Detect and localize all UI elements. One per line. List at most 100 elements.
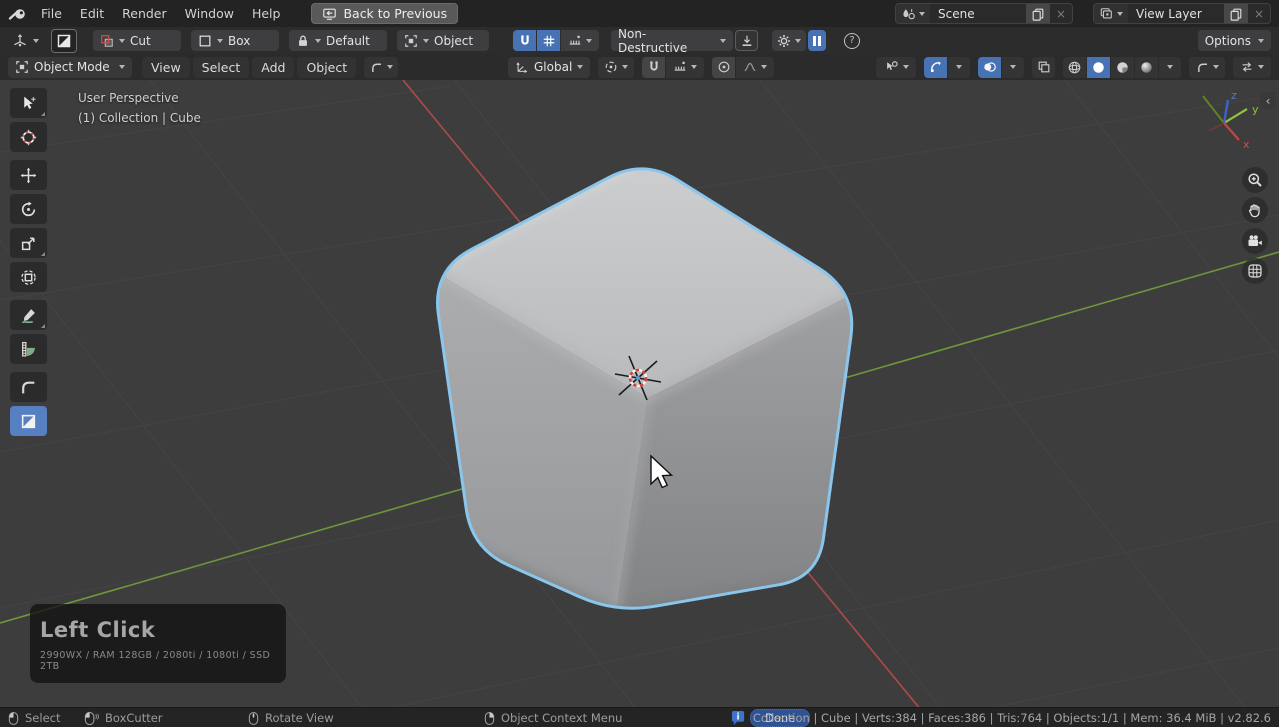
- gizmos-toggle[interactable]: [924, 57, 947, 78]
- preset-dropdown[interactable]: Default: [289, 30, 387, 51]
- proportional-circle-icon: [717, 60, 731, 74]
- tool-hops-corner[interactable]: [10, 372, 47, 402]
- cube-object[interactable]: [432, 159, 857, 613]
- view-layer-new-button[interactable]: [1224, 4, 1248, 23]
- mode-dropdown[interactable]: Object: [397, 30, 489, 51]
- menu-render[interactable]: Render: [113, 0, 176, 27]
- chevron-down-icon: [33, 39, 39, 43]
- snap-with-dropdown[interactable]: [666, 57, 704, 78]
- menu-add[interactable]: Add: [252, 57, 294, 78]
- scene-browse-button[interactable]: [896, 4, 930, 23]
- snap-increment-dropdown[interactable]: [561, 30, 599, 51]
- tool-boxcutter[interactable]: [10, 406, 47, 436]
- scene-new-button[interactable]: [1026, 4, 1050, 23]
- grid-sphere-icon: [1247, 263, 1263, 279]
- view-layer-browse-button[interactable]: [1094, 4, 1128, 23]
- gizmos-dropdown[interactable]: [948, 57, 970, 78]
- svg-text:i: i: [737, 711, 740, 721]
- overlays-toggle[interactable]: [978, 57, 1001, 78]
- pivot-point-dropdown[interactable]: [598, 57, 634, 78]
- mouse-left-icon: [8, 711, 19, 726]
- pan-button[interactable]: [1242, 197, 1268, 223]
- measure-icon: [20, 341, 37, 358]
- tool-transform[interactable]: [10, 262, 47, 292]
- shading-material-button[interactable]: [1111, 57, 1134, 78]
- editor-type-dropdown[interactable]: [8, 30, 43, 51]
- boxcutter-icon: [20, 413, 37, 430]
- shading-wireframe-button[interactable]: [1063, 57, 1086, 78]
- snap-toggle[interactable]: [642, 57, 665, 78]
- pause-toggle[interactable]: [808, 30, 826, 51]
- back-to-previous-button[interactable]: Back to Previous: [311, 3, 458, 24]
- behavior-label: Non-Destructive: [618, 27, 715, 55]
- zoom-button[interactable]: [1242, 167, 1268, 193]
- falloff-dropdown[interactable]: [736, 57, 774, 78]
- view-layer-name-field[interactable]: View Layer: [1128, 7, 1224, 21]
- scene-name-field[interactable]: Scene: [930, 7, 1026, 21]
- chevron-down-icon: [1010, 65, 1016, 69]
- shading-dropdown[interactable]: [1159, 57, 1181, 78]
- scene-unlink-button[interactable]: ×: [1050, 4, 1072, 23]
- menu-window[interactable]: Window: [176, 0, 243, 27]
- lock-icon: [296, 34, 310, 48]
- menu-object[interactable]: Object: [297, 57, 356, 78]
- chevron-down-icon: [761, 65, 767, 69]
- xray-toggle[interactable]: [1032, 57, 1055, 78]
- overlays-dropdown[interactable]: [1002, 57, 1024, 78]
- orientation-dropdown[interactable]: Global: [508, 57, 590, 78]
- tool-cursor[interactable]: [10, 122, 47, 152]
- import-shape-button[interactable]: [735, 30, 758, 51]
- shading-solid-button[interactable]: [1087, 57, 1110, 78]
- menu-help[interactable]: Help: [243, 0, 290, 27]
- tool-annotate[interactable]: [10, 300, 47, 330]
- proportional-edit-toggle[interactable]: [712, 57, 735, 78]
- settings-dropdown[interactable]: [772, 30, 806, 51]
- view-layer-remove-button[interactable]: ×: [1248, 4, 1270, 23]
- menu-select[interactable]: Select: [193, 57, 250, 78]
- cut-mode-label: Cut: [130, 34, 151, 48]
- navigation-gizmo[interactable]: y z x: [1203, 89, 1259, 151]
- preset-label: Default: [326, 34, 370, 48]
- hint-label: Object Context Menu: [501, 711, 622, 725]
- hint-rotate-view: Rotate View: [248, 708, 334, 727]
- chevron-down-icon: [387, 65, 393, 69]
- gear-icon: [777, 34, 791, 48]
- chevron-down-icon: [1117, 12, 1123, 16]
- behavior-dropdown[interactable]: Non-Destructive: [611, 30, 733, 51]
- shading-group: [1063, 57, 1181, 78]
- visibility-pointer-icon: [884, 60, 899, 74]
- tool-scale[interactable]: [10, 228, 47, 258]
- material-sphere-icon: [1115, 60, 1130, 75]
- blender-logo-icon[interactable]: [8, 5, 28, 23]
- help-button[interactable]: ?: [844, 33, 860, 49]
- menu-view[interactable]: View: [142, 57, 190, 78]
- tool-measure[interactable]: [10, 334, 47, 364]
- hops-helper-dropdown[interactable]: [1189, 57, 1225, 78]
- sidebar-collapse-arrow[interactable]: ‹: [1260, 92, 1276, 109]
- object-type-visibility-dropdown[interactable]: [876, 57, 916, 78]
- perspective-toggle-button[interactable]: [1242, 258, 1268, 284]
- tool-fallback-dropdown[interactable]: [364, 57, 398, 78]
- shape-dropdown[interactable]: Box: [191, 30, 279, 51]
- hint-label: BoxCutter: [105, 711, 163, 725]
- tool-rotate[interactable]: [10, 194, 47, 224]
- blender-window: { "colors": { "accent": "#4772b3", "sele…: [0, 0, 1279, 727]
- menu-file[interactable]: File: [32, 0, 71, 27]
- tool-move[interactable]: [10, 160, 47, 190]
- options-label: Options: [1205, 34, 1251, 48]
- tool-select-box[interactable]: [10, 88, 47, 118]
- cut-mode-dropdown[interactable]: Cut: [93, 30, 181, 51]
- interaction-mode-label: Object Mode: [34, 60, 114, 74]
- options-dropdown[interactable]: Options: [1198, 30, 1271, 51]
- camera-view-button[interactable]: [1242, 228, 1268, 254]
- shading-rendered-button[interactable]: [1135, 57, 1158, 78]
- menu-edit[interactable]: Edit: [71, 0, 113, 27]
- orientation-label: Global: [534, 60, 572, 74]
- mirror-gizmo-dropdown[interactable]: [1233, 57, 1271, 78]
- snap-magnet-toggle[interactable]: [513, 30, 536, 51]
- active-tool-boxcutter-button[interactable]: [51, 29, 77, 53]
- chevron-down-icon: [217, 39, 223, 43]
- interaction-mode-dropdown[interactable]: Object Mode: [8, 57, 132, 78]
- snap-grid-toggle[interactable]: [537, 30, 560, 51]
- screencast-specs: 2990WX / RAM 128GB / 2080ti / 1080ti / S…: [40, 650, 276, 672]
